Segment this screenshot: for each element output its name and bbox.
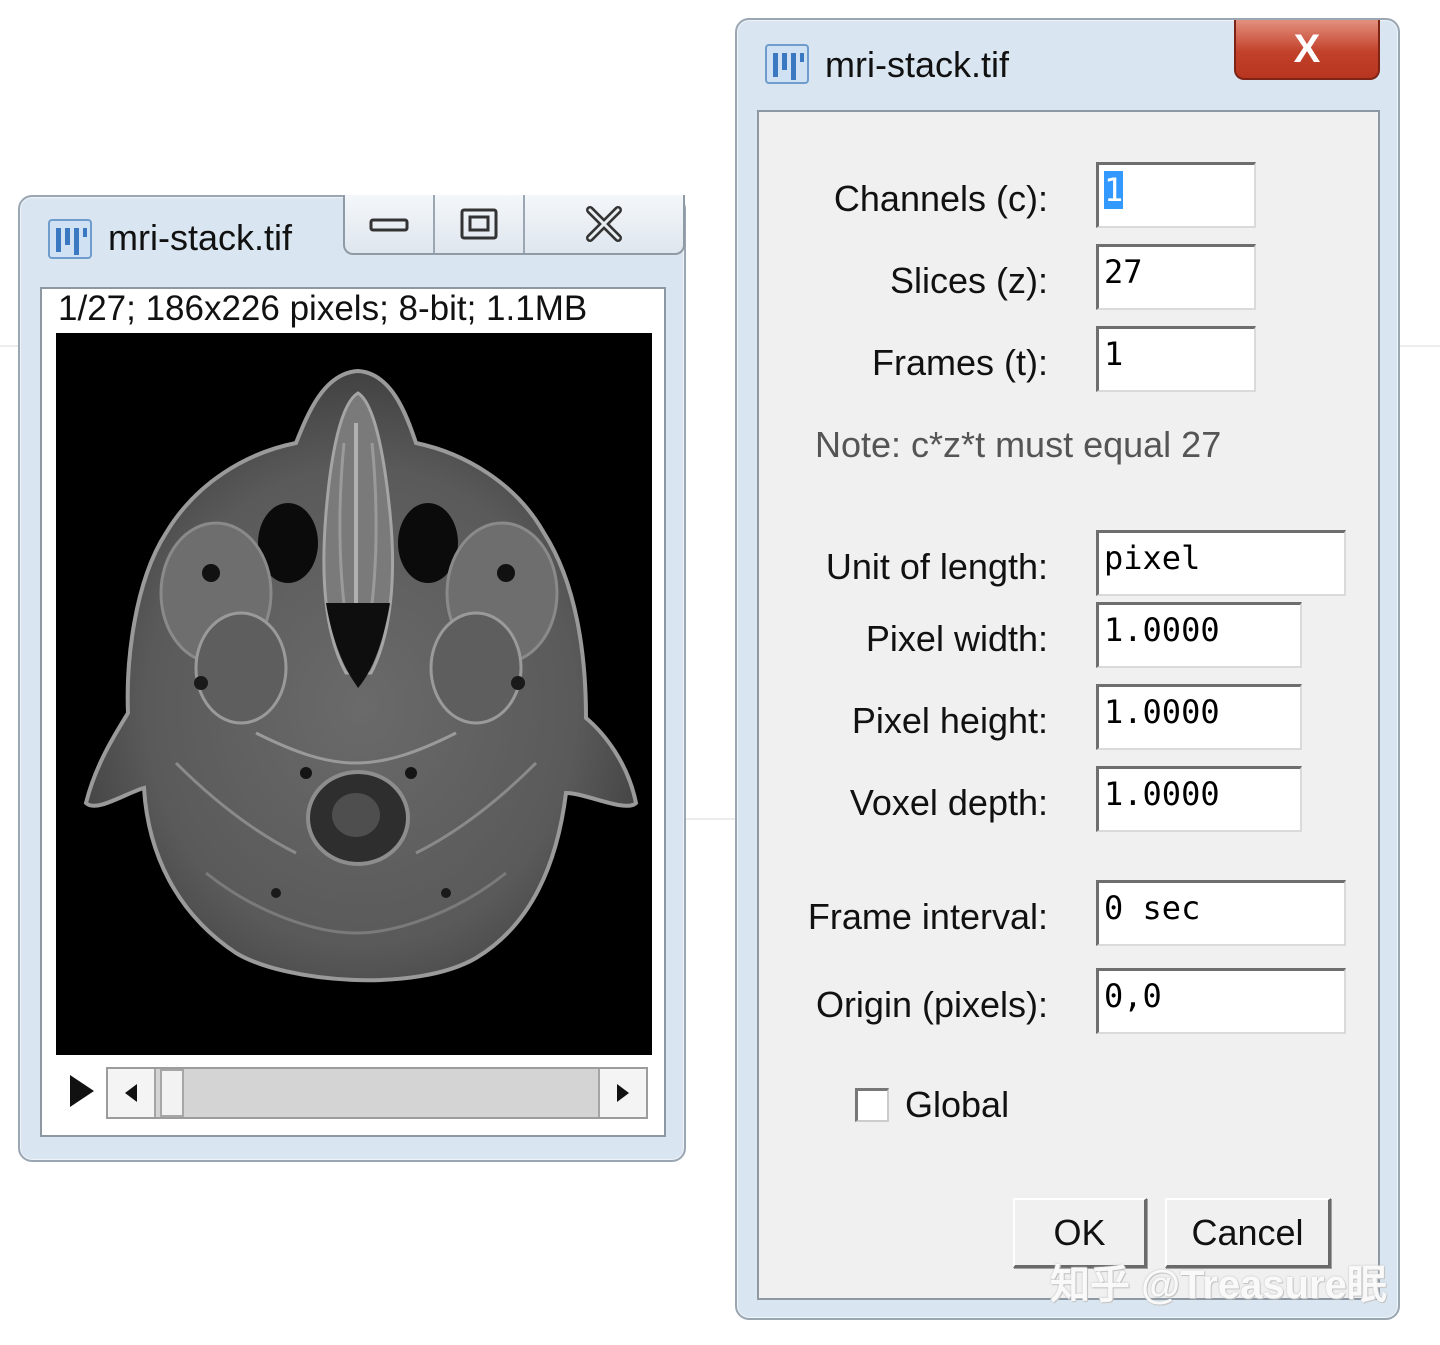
unit-label: Unit of length: bbox=[825, 546, 1048, 587]
maximize-button[interactable] bbox=[435, 195, 525, 253]
frames-field[interactable]: 1 bbox=[1096, 326, 1256, 392]
mri-slice-picture bbox=[83, 368, 639, 983]
arrow-right-icon bbox=[617, 1084, 629, 1102]
properties-dialog[interactable]: mri-stack.tif X Channels (c): 1 Slices (… bbox=[735, 18, 1400, 1320]
dialog-close-button[interactable]: X bbox=[1234, 20, 1380, 80]
slice-scrollbar-thumb[interactable] bbox=[160, 1069, 184, 1117]
voxel-depth-label: Voxel depth: bbox=[849, 782, 1048, 823]
background-line bbox=[1400, 345, 1440, 347]
close-button[interactable] bbox=[525, 195, 683, 253]
global-option[interactable]: Global bbox=[855, 1084, 1009, 1126]
dialog-body: Channels (c): 1 Slices (z): 27 Frames (t… bbox=[757, 110, 1380, 1300]
origin-label: Origin (pixels): bbox=[815, 984, 1048, 1025]
pixel-width-label: Pixel width: bbox=[865, 618, 1048, 659]
global-label: Global bbox=[905, 1084, 1010, 1125]
image-window[interactable]: mri-stack.tif 1/27; 186x226 pixels; 8-bi… bbox=[18, 195, 686, 1162]
frames-label: Frames (t): bbox=[872, 342, 1048, 383]
background-line bbox=[0, 345, 18, 347]
scroll-right-button[interactable] bbox=[598, 1069, 646, 1117]
pixel-height-label: Pixel height: bbox=[851, 700, 1048, 741]
channels-value: 1 bbox=[1104, 171, 1124, 209]
close-icon bbox=[585, 206, 622, 242]
arrow-left-icon bbox=[125, 1084, 137, 1102]
watermark: 知乎 @Treasure眠 bbox=[1050, 1263, 1387, 1307]
slices-field[interactable]: 27 bbox=[1096, 244, 1256, 310]
global-checkbox[interactable] bbox=[855, 1088, 889, 1122]
minimize-button[interactable] bbox=[345, 195, 435, 253]
image-canvas-area: 1/27; 186x226 pixels; 8-bit; 1.1MB bbox=[40, 287, 666, 1137]
channels-label: Channels (c): bbox=[833, 178, 1048, 219]
maximize-icon bbox=[460, 208, 498, 240]
pixel-height-field[interactable]: 1.0000 bbox=[1096, 684, 1302, 750]
imagej-app-icon bbox=[765, 44, 809, 84]
imagej-app-icon bbox=[48, 219, 92, 259]
minimize-icon bbox=[369, 218, 409, 232]
channels-field[interactable]: 1 bbox=[1096, 162, 1256, 228]
close-icon: X bbox=[1293, 26, 1321, 71]
image-window-title: mri-stack.tif bbox=[108, 217, 292, 258]
voxel-depth-field[interactable]: 1.0000 bbox=[1096, 766, 1302, 832]
scroll-left-button[interactable] bbox=[108, 1069, 156, 1117]
origin-field[interactable]: 0,0 bbox=[1096, 968, 1346, 1034]
slices-label: Slices (z): bbox=[889, 260, 1048, 301]
play-icon[interactable] bbox=[68, 1073, 96, 1109]
background-line bbox=[686, 818, 735, 820]
window-controls bbox=[343, 195, 685, 255]
slice-scrollbar[interactable] bbox=[106, 1067, 648, 1119]
pixel-width-field[interactable]: 1.0000 bbox=[1096, 602, 1302, 668]
frame-interval-label: Frame interval: bbox=[807, 896, 1048, 937]
frame-interval-field[interactable]: 0 sec bbox=[1096, 880, 1346, 946]
image-status-text: 1/27; 186x226 pixels; 8-bit; 1.1MB bbox=[58, 289, 588, 328]
unit-field[interactable]: pixel bbox=[1096, 530, 1346, 596]
dialog-title: mri-stack.tif bbox=[825, 44, 1009, 85]
mri-image[interactable] bbox=[56, 333, 652, 1055]
dimension-note: Note: c*z*t must equal 27 bbox=[815, 424, 1222, 465]
